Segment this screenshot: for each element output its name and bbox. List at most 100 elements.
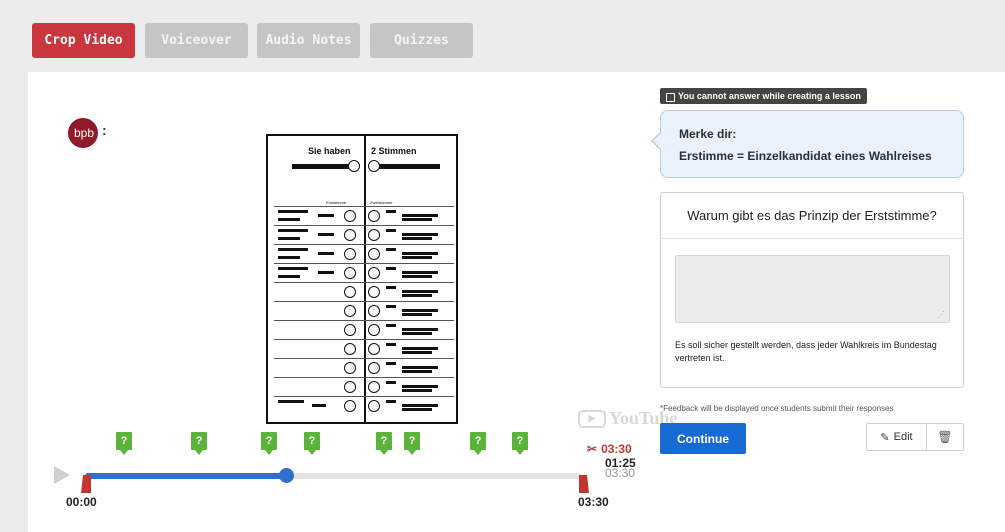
scissors-icon: ✂ <box>587 442 598 456</box>
quiz-marker[interactable]: ? <box>404 432 420 455</box>
ballot-row <box>274 206 454 207</box>
ballot-circle <box>344 400 356 412</box>
ballot-text-line <box>278 237 300 240</box>
quiz-marker[interactable]: ? <box>261 432 277 455</box>
ballot-circle <box>368 160 380 172</box>
trash-icon: 🗑 <box>937 430 953 444</box>
ballot-text-line <box>386 286 396 289</box>
ballot-circle <box>368 248 380 260</box>
ballot-image: Sie haben 2 Stimmen Erststimme Zweitstim… <box>266 134 458 424</box>
bpb-logo-colon: : <box>102 122 107 138</box>
ballot-row <box>274 339 454 340</box>
ballot-text-line <box>278 267 308 270</box>
question-card: Warum gibt es das Prinzip der Erststimme… <box>660 192 964 388</box>
end-time: 03:30 <box>578 495 609 509</box>
ballot-text-line <box>386 362 396 365</box>
timeline: ???????? 00:00 03:30 ✂ 03:30 03:30 01:25 <box>46 422 646 512</box>
ballot-text-line <box>402 275 432 278</box>
ballot-circle <box>368 381 380 393</box>
ballot-text-line <box>318 233 334 236</box>
ballot-circle <box>344 305 356 317</box>
ballot-text-line <box>386 267 396 270</box>
ballot-text-line <box>402 237 432 240</box>
locked-notice: You cannot answer while creating a lesso… <box>660 88 867 104</box>
quiz-marker[interactable]: ? <box>512 432 528 455</box>
quiz-marker[interactable]: ? <box>470 432 486 455</box>
continue-button[interactable]: Continue <box>660 423 746 454</box>
ballot-text-line <box>318 214 334 217</box>
quiz-marker[interactable]: ? <box>116 432 132 455</box>
quiz-marker[interactable]: ? <box>376 432 392 455</box>
ballot-text-line <box>402 370 432 373</box>
feedback-text: Es soll sicher gestellt werden, dass jed… <box>675 340 937 364</box>
ballot-row <box>274 396 454 397</box>
quiz-marker[interactable]: ? <box>191 432 207 455</box>
ballot-text-line <box>278 275 300 278</box>
ballot-circle <box>344 343 356 355</box>
ballot-header-right: 2 Stimmen <box>371 146 417 156</box>
ballot-divider <box>364 136 366 422</box>
ballot-text-line <box>402 404 438 407</box>
ballot-text-line <box>402 294 432 297</box>
tab-crop-video[interactable]: Crop Video <box>32 23 135 58</box>
ballot-circle <box>368 210 380 222</box>
ballot-circle <box>348 160 360 172</box>
ballot-text-line <box>278 210 308 213</box>
ballot-circle <box>368 324 380 336</box>
ballot-circle <box>344 267 356 279</box>
message-bubble: Merke dir: Erstimme = Einzelkandidat ein… <box>651 110 964 178</box>
ballot-text-line <box>402 252 438 255</box>
play-button[interactable] <box>54 466 70 484</box>
ballot-text-line <box>402 328 438 331</box>
resize-grip-icon[interactable]: ⋰ <box>937 310 945 319</box>
ballot-text-line <box>278 248 308 251</box>
ballot-text-line <box>402 332 432 335</box>
ballot-text-line <box>402 313 432 316</box>
ballot-text-line <box>402 347 438 350</box>
ballot-text-line <box>402 290 438 293</box>
crop-time: ✂ 03:30 <box>587 442 632 456</box>
ballot-text-line <box>402 309 438 312</box>
ballot-circle <box>368 305 380 317</box>
lock-icon <box>666 92 675 102</box>
crop-start-handle[interactable] <box>81 475 91 493</box>
ballot-text-line <box>402 366 438 369</box>
feedback-note: *Feedback will be displayed once student… <box>660 404 894 413</box>
crop-end-handle[interactable] <box>579 475 589 493</box>
ballot-circle <box>344 286 356 298</box>
ballot-text-line <box>386 400 396 403</box>
edit-button[interactable]: ✎ Edit <box>867 424 927 450</box>
ballot-row <box>274 225 454 226</box>
video-player[interactable]: bpb : Sie haben 2 Stimmen Erststimme Zwe… <box>46 90 677 428</box>
ballot-text-line <box>386 210 396 213</box>
ballot-text-line <box>312 404 326 407</box>
timeline-progress <box>85 473 287 479</box>
tab-voiceover[interactable]: Voiceover <box>145 23 248 58</box>
quiz-marker[interactable]: ? <box>304 432 320 455</box>
ballot-sub-left: Erststimme <box>326 200 346 205</box>
message-line-1: Merke dir: <box>679 127 737 141</box>
tab-audio-notes[interactable]: Audio Notes <box>257 23 360 58</box>
ballot-circle <box>368 362 380 374</box>
ballot-row <box>274 244 454 245</box>
ballot-text-line <box>278 400 304 403</box>
ballot-circle <box>344 324 356 336</box>
ballot-bar-right <box>376 164 440 169</box>
ballot-text-line <box>386 381 396 384</box>
bpb-logo: bpb <box>68 118 98 148</box>
ballot-text-line <box>402 214 438 217</box>
tab-quizzes[interactable]: Quizzes <box>370 23 473 58</box>
answer-textarea[interactable]: ⋰ <box>675 255 950 323</box>
delete-button[interactable]: 🗑 <box>927 424 963 450</box>
ballot-circle <box>344 210 356 222</box>
ballot-circle <box>368 286 380 298</box>
ballot-text-line <box>402 385 438 388</box>
ballot-circle <box>344 248 356 260</box>
ballot-row <box>274 282 454 283</box>
ballot-text-line <box>402 218 432 221</box>
ballot-row <box>274 377 454 378</box>
start-time: 00:00 <box>66 495 97 509</box>
ballot-text-line <box>386 229 396 232</box>
timeline-scrubber[interactable] <box>279 468 295 483</box>
ballot-row <box>274 320 454 321</box>
